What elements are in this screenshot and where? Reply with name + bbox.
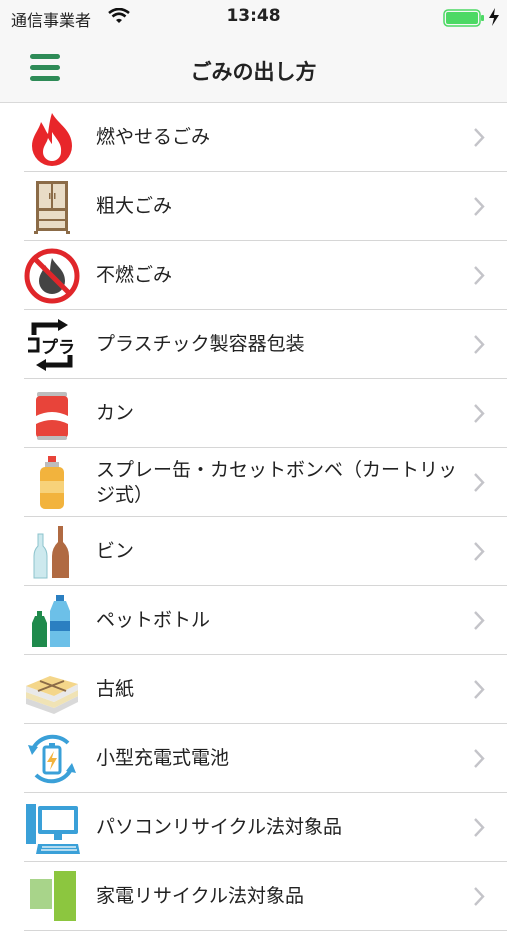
chevron-right-icon	[474, 818, 485, 837]
chevron-right-icon	[474, 749, 485, 768]
page-title: ごみの出し方	[190, 60, 317, 84]
no-fire-icon	[24, 248, 80, 304]
list-item-label: スプレー缶・カセットボンベ（カートリッジ式）	[96, 458, 458, 506]
chevron-right-icon	[474, 128, 485, 147]
pet-bottle-icon	[32, 595, 70, 647]
list-item-appliance-recycling[interactable]: 家電リサイクル法対象品	[24, 862, 507, 931]
rechargeable-battery-icon	[28, 734, 76, 784]
list-item-spray-can[interactable]: スプレー缶・カセットボンベ（カートリッジ式）	[24, 448, 507, 517]
list-item-rechargeable-battery[interactable]: 小型充電式電池	[24, 724, 507, 793]
list-item-label: 不燃ごみ	[96, 264, 173, 286]
list-item-waste-paper[interactable]: 古紙	[24, 655, 507, 724]
status-time: 13:48	[226, 6, 281, 26]
newspaper-icon	[26, 676, 78, 714]
list-item-pc-recycling[interactable]: パソコンリサイクル法対象品	[24, 793, 507, 862]
can-icon	[36, 392, 68, 440]
chevron-right-icon	[474, 611, 485, 630]
plastic-recycle-icon: プラ	[28, 319, 75, 371]
list-item-can[interactable]: カン	[24, 379, 507, 448]
bottles-icon	[33, 526, 69, 579]
fire-icon	[32, 113, 72, 166]
svg-text:プラ: プラ	[41, 337, 75, 358]
charging-icon	[489, 8, 499, 26]
cabinet-icon	[34, 181, 70, 234]
computer-icon	[26, 804, 80, 854]
garbage-category-list: 燃やせるごみ 粗大ごみ 不燃ごみ プラ プラスチック製容器包装 カン スプレー缶…	[0, 103, 507, 931]
list-item-oversized[interactable]: 粗大ごみ	[24, 172, 507, 241]
chevron-right-icon	[474, 473, 485, 492]
list-item-glass-bottle[interactable]: ビン	[24, 517, 507, 586]
chevron-right-icon	[474, 266, 485, 285]
list-item-burnable[interactable]: 燃やせるごみ	[24, 103, 507, 172]
chevron-right-icon	[474, 542, 485, 561]
appliance-icon	[30, 871, 76, 921]
list-item-label: 燃やせるごみ	[96, 126, 211, 148]
list-item-label: 古紙	[96, 678, 135, 700]
list-item-label: ビン	[96, 540, 135, 562]
status-bar: 通信事業者 13:48	[0, 0, 507, 34]
list-item-plastic[interactable]: プラ プラスチック製容器包装	[24, 310, 507, 379]
list-item-label: プラスチック製容器包装	[96, 333, 305, 355]
chevron-right-icon	[474, 197, 485, 216]
list-item-pet-bottle[interactable]: ペットボトル	[24, 586, 507, 655]
chevron-right-icon	[474, 887, 485, 906]
list-item-label: 粗大ごみ	[96, 195, 173, 217]
battery-icon	[443, 9, 484, 27]
list-item-non-burnable[interactable]: 不燃ごみ	[24, 241, 507, 310]
list-item-label: ペットボトル	[96, 609, 211, 631]
list-item-label: パソコンリサイクル法対象品	[96, 816, 343, 838]
list-item-label: 小型充電式電池	[96, 747, 230, 769]
list-item-label: 家電リサイクル法対象品	[96, 885, 305, 907]
chevron-right-icon	[474, 335, 485, 354]
chevron-right-icon	[474, 404, 485, 423]
spray-can-icon	[40, 456, 64, 509]
chevron-right-icon	[474, 680, 485, 699]
list-item-label: カン	[96, 402, 135, 424]
navigation-bar: ごみの出し方	[0, 34, 507, 103]
